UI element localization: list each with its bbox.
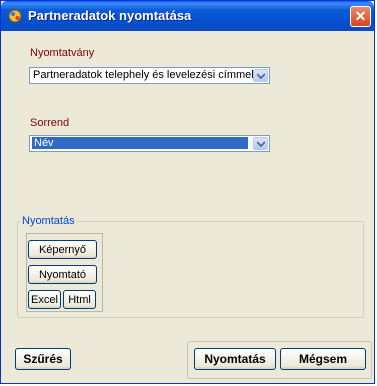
sorrend-dropdown-button[interactable] <box>253 137 268 150</box>
title-bar[interactable]: Partneradatok nyomtatása ✕ <box>1 1 374 31</box>
app-icon <box>8 9 22 23</box>
excel-button[interactable]: Excel <box>28 290 61 309</box>
megsem-button[interactable]: Mégsem <box>280 348 366 370</box>
dialog-window: Partneradatok nyomtatása ✕ Nyomtatvány P… <box>0 0 375 384</box>
sorrend-select[interactable]: Név <box>29 135 270 152</box>
sorrend-label: Sorrend <box>30 117 70 129</box>
nyomtatas-button[interactable]: Nyomtatás <box>194 348 276 370</box>
kepernyo-button[interactable]: Képernyő <box>28 240 97 259</box>
nyomtatas-group-legend: Nyomtatás <box>21 215 76 227</box>
close-icon: ✕ <box>354 8 367 24</box>
nyomtatvany-label: Nyomtatvány <box>30 47 95 59</box>
nyomtatvany-select[interactable]: Partneradatok telephely és levelezési cí… <box>29 67 270 84</box>
dialog-body: Nyomtatvány Partneradatok telephely és l… <box>4 31 372 382</box>
nyomtato-button[interactable]: Nyomtató <box>28 265 97 284</box>
html-button[interactable]: Html <box>63 290 96 309</box>
szures-button[interactable]: Szűrés <box>15 348 71 370</box>
nyomtatvany-value: Partneradatok telephely és levelezési cí… <box>33 69 254 81</box>
sorrend-value: Név <box>32 137 248 149</box>
chevron-down-icon <box>257 141 265 147</box>
nyomtatvany-dropdown-button[interactable] <box>253 69 268 82</box>
window-title: Partneradatok nyomtatása <box>28 8 192 23</box>
chevron-down-icon <box>257 73 265 79</box>
close-button[interactable]: ✕ <box>350 6 371 27</box>
